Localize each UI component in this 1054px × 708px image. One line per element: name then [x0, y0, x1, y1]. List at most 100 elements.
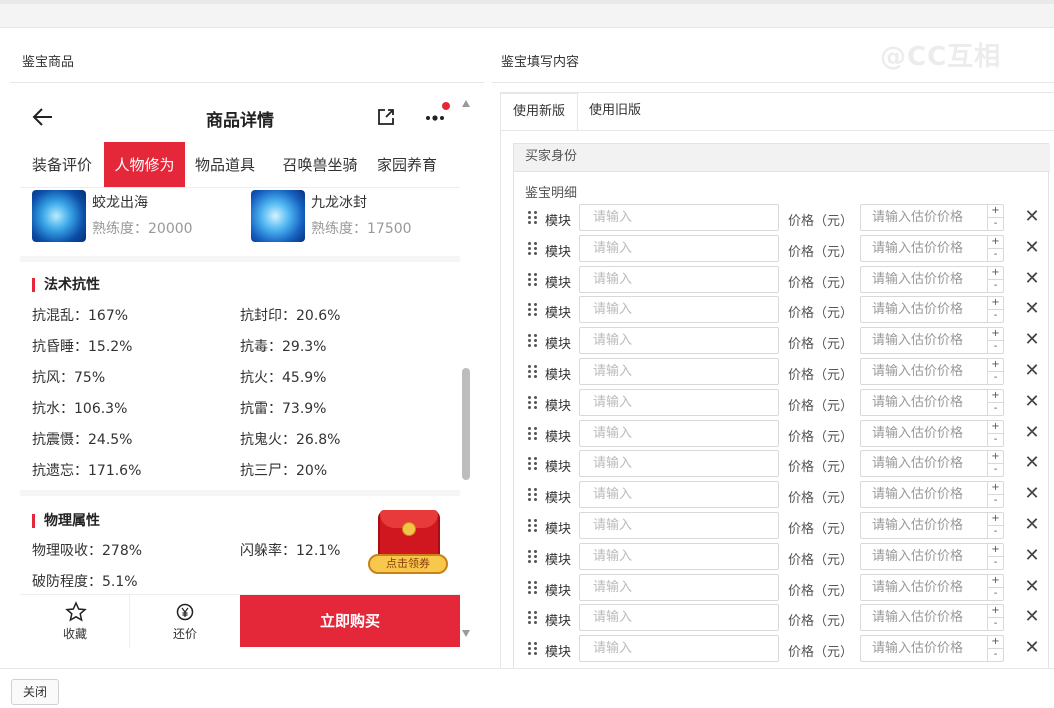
drag-handle-icon[interactable]	[528, 457, 538, 471]
module-input[interactable]: 请输入	[579, 450, 779, 478]
delete-row-icon[interactable]: ✕	[1022, 330, 1042, 350]
decrement-icon[interactable]: -	[988, 401, 1003, 414]
decrement-icon[interactable]: -	[988, 494, 1003, 506]
price-input[interactable]: 请输入估价价格 + -	[860, 604, 1004, 632]
price-input[interactable]: 请输入估价价格 + -	[860, 512, 1004, 539]
decrement-icon[interactable]: -	[988, 247, 1003, 260]
increment-icon[interactable]: +	[988, 359, 1003, 371]
delete-row-icon[interactable]: ✕	[1022, 299, 1042, 319]
increment-icon[interactable]: +	[988, 390, 1003, 402]
drag-handle-icon[interactable]	[528, 488, 538, 502]
delete-row-icon[interactable]: ✕	[1022, 576, 1042, 597]
tab-pets-mounts[interactable]: 召唤兽坐骑	[271, 142, 369, 187]
delete-row-icon[interactable]: ✕	[1022, 515, 1042, 535]
delete-row-icon[interactable]: ✕	[1022, 607, 1042, 627]
price-stepper[interactable]: + -	[987, 543, 1003, 569]
increment-icon[interactable]: +	[988, 575, 1003, 587]
delete-row-icon[interactable]: ✕	[1022, 361, 1042, 381]
increment-icon[interactable]: +	[988, 297, 1003, 309]
drag-handle-icon[interactable]	[528, 611, 538, 625]
module-input[interactable]: 请输入	[579, 327, 779, 355]
favorite-button[interactable]: 收藏	[20, 595, 130, 648]
decrement-icon[interactable]: -	[988, 617, 1003, 629]
close-button[interactable]: 关闭	[11, 679, 59, 705]
decrement-icon[interactable]: -	[988, 648, 1003, 660]
module-input[interactable]: 请输入	[579, 481, 779, 509]
price-stepper[interactable]: + -	[987, 359, 1003, 384]
drag-handle-icon[interactable]	[528, 241, 538, 256]
tab-new-version[interactable]: 使用新版	[501, 93, 579, 131]
price-stepper[interactable]: + -	[987, 328, 1003, 354]
decrement-icon[interactable]: -	[988, 525, 1003, 537]
price-stepper[interactable]: + -	[987, 513, 1003, 538]
drag-handle-icon[interactable]	[528, 303, 538, 317]
price-input[interactable]: 请输入估价价格 + -	[860, 358, 1004, 385]
price-stepper[interactable]: + -	[987, 605, 1003, 631]
price-input[interactable]: 请输入估价价格 + -	[860, 327, 1004, 355]
increment-icon[interactable]: +	[988, 451, 1003, 463]
share-icon[interactable]	[376, 107, 396, 127]
increment-icon[interactable]: +	[988, 605, 1003, 617]
decrement-icon[interactable]: -	[988, 278, 1003, 291]
delete-row-icon[interactable]: ✕	[1022, 638, 1042, 658]
delete-row-icon[interactable]: ✕	[1022, 453, 1042, 473]
tab-cultivation[interactable]: 人物修为	[104, 142, 185, 187]
decrement-icon[interactable]: -	[988, 217, 1003, 229]
decrement-icon[interactable]: -	[988, 555, 1003, 568]
drag-handle-icon[interactable]	[528, 395, 538, 410]
tab-home[interactable]: 家园养育	[371, 142, 443, 187]
bargain-button[interactable]: 还价	[130, 595, 240, 648]
price-input[interactable]: 请输入估价价格 + -	[860, 234, 1004, 262]
price-stepper[interactable]: + -	[987, 451, 1003, 477]
decrement-icon[interactable]: -	[988, 586, 1003, 599]
module-input[interactable]: 请输入	[579, 265, 779, 293]
increment-icon[interactable]: +	[988, 267, 1003, 279]
price-input[interactable]: 请输入估价价格 + -	[860, 542, 1004, 570]
increment-icon[interactable]: +	[988, 328, 1003, 340]
price-input[interactable]: 请输入估价价格 + -	[860, 204, 1004, 231]
increment-icon[interactable]: +	[988, 482, 1003, 494]
drag-handle-icon[interactable]	[528, 334, 538, 348]
price-stepper[interactable]: + -	[987, 205, 1003, 230]
delete-row-icon[interactable]: ✕	[1022, 391, 1042, 412]
price-stepper[interactable]: + -	[987, 574, 1003, 600]
delete-row-icon[interactable]: ✕	[1022, 237, 1042, 258]
scroll-thumb[interactable]	[462, 368, 470, 480]
price-input[interactable]: 请输入估价价格 + -	[860, 635, 1004, 663]
price-stepper[interactable]: + -	[987, 636, 1003, 662]
price-stepper[interactable]: + -	[987, 297, 1003, 323]
price-input[interactable]: 请输入估价价格 + -	[860, 296, 1004, 324]
drag-handle-icon[interactable]	[528, 642, 538, 656]
drag-handle-icon[interactable]	[528, 272, 538, 287]
price-input[interactable]: 请输入估价价格 + -	[860, 388, 1004, 416]
module-input[interactable]: 请输入	[579, 204, 779, 231]
scroll-up-arrow-icon[interactable]	[462, 100, 470, 107]
tab-old-version[interactable]: 使用旧版	[577, 93, 653, 131]
price-input[interactable]: 请输入估价价格 + -	[860, 419, 1004, 447]
price-stepper[interactable]: + -	[987, 482, 1003, 508]
scroll-down-arrow-icon[interactable]	[462, 630, 470, 637]
module-input[interactable]: 请输入	[579, 604, 779, 632]
decrement-icon[interactable]: -	[988, 340, 1003, 352]
more-icon[interactable]	[424, 108, 446, 128]
module-input[interactable]: 请输入	[579, 388, 779, 416]
increment-icon[interactable]: +	[988, 636, 1003, 648]
price-input[interactable]: 请输入估价价格 + -	[860, 481, 1004, 509]
drag-handle-icon[interactable]	[528, 365, 538, 379]
module-input[interactable]: 请输入	[579, 512, 779, 539]
price-input[interactable]: 请输入估价价格 + -	[860, 450, 1004, 478]
drag-handle-icon[interactable]	[528, 211, 538, 225]
module-input[interactable]: 请输入	[579, 419, 779, 447]
delete-row-icon[interactable]: ✕	[1022, 207, 1042, 227]
price-input[interactable]: 请输入估价价格 + -	[860, 265, 1004, 293]
drag-handle-icon[interactable]	[528, 426, 538, 441]
price-stepper[interactable]: + -	[987, 266, 1003, 292]
decrement-icon[interactable]: -	[988, 309, 1003, 321]
increment-icon[interactable]: +	[988, 513, 1003, 525]
increment-icon[interactable]: +	[988, 236, 1003, 248]
buy-now-button[interactable]: 立即购买	[240, 595, 460, 647]
module-input[interactable]: 请输入	[579, 635, 779, 663]
drag-handle-icon[interactable]	[528, 580, 538, 595]
increment-icon[interactable]: +	[988, 544, 1003, 556]
increment-icon[interactable]: +	[988, 421, 1003, 433]
